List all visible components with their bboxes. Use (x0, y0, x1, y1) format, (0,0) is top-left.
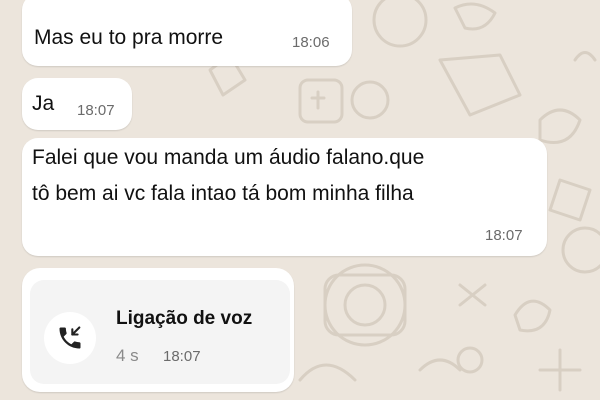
incoming-call-icon (44, 312, 96, 364)
message-text-line: Falei que vou manda um áudio falano.que (32, 146, 425, 169)
message-timestamp: 18:07 (77, 102, 115, 119)
message-text: Ja (32, 92, 55, 115)
message-text: Mas eu to pra morre (34, 26, 224, 49)
message-bubble[interactable]: Mas eu to pra morre 18:06 (22, 0, 352, 66)
voice-call-card[interactable]: Ligação de voz 4 s 18:07 (30, 280, 290, 384)
call-duration: 4 s (116, 346, 139, 365)
voice-call-bubble[interactable]: Ligação de voz 4 s 18:07 (22, 268, 294, 392)
message-timestamp: 18:06 (292, 34, 330, 51)
message-bubble[interactable]: Falei que vou manda um áudio falano.que … (22, 138, 547, 256)
message-timestamp: 18:07 (485, 227, 523, 244)
message-timestamp: 18:07 (163, 348, 201, 365)
message-bubble[interactable]: Ja 18:07 (22, 78, 132, 130)
message-text-line: tô bem ai vc fala intao tá bom minha fil… (32, 182, 414, 205)
call-title: Ligação de voz (116, 308, 253, 329)
